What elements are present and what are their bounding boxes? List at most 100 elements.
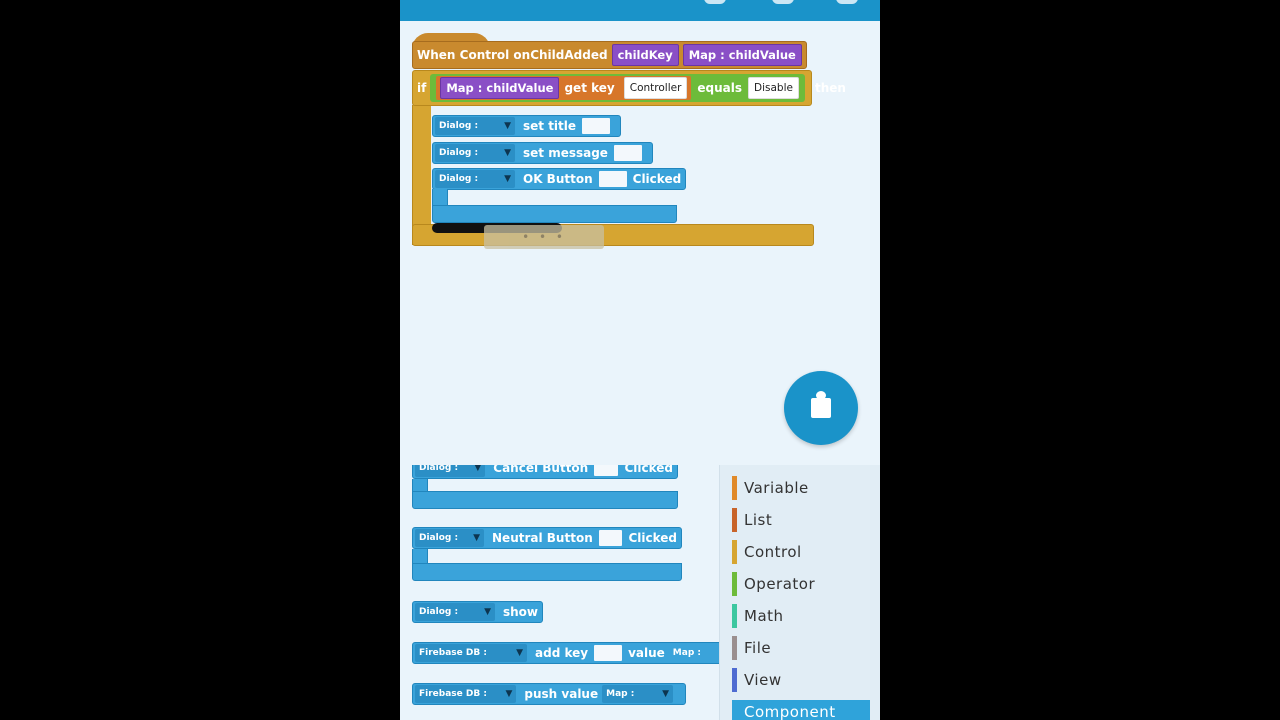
category-label: Control (744, 543, 802, 561)
param-childvalue[interactable]: Map : childValue (682, 44, 802, 66)
chevron-down-icon: ▼ (504, 121, 511, 131)
category-label: Operator (744, 575, 816, 593)
component-dropdown[interactable]: Dialog : ▼ (435, 144, 515, 162)
palette-cancel-button-block[interactable]: Dialog : ▼ Cancel Button Clicked (412, 465, 678, 479)
get-key-label: get key (564, 81, 615, 95)
block-suffix: Clicked (628, 531, 677, 545)
palette-show-block[interactable]: Dialog : ▼ show (412, 601, 544, 623)
chevron-down-icon: ▼ (473, 533, 481, 543)
category-color-bar (732, 668, 737, 692)
dropdown-label: Dialog : (419, 607, 459, 617)
category-operator[interactable]: Operator (732, 572, 815, 596)
app-bar (400, 0, 880, 21)
chevron-down-icon: ▼ (516, 648, 523, 658)
save-icon[interactable] (704, 0, 726, 4)
component-dropdown[interactable]: Dialog : ▼ (435, 170, 515, 188)
block-action: add key (535, 646, 589, 660)
category-label: List (744, 511, 773, 529)
add-block-button[interactable] (784, 371, 858, 445)
block-action: push value (524, 687, 599, 701)
dropdown-label: Dialog : (419, 465, 459, 473)
dropdown-label: Dialog : (419, 533, 459, 543)
equals-label: equals (697, 81, 743, 95)
palette-firebase-add-key-block[interactable]: Firebase DB : ▼ add key value Map : (412, 642, 720, 664)
chevron-down-icon: ▼ (662, 689, 669, 699)
if-label: if (417, 81, 427, 95)
dialog-ok-button-block[interactable]: Dialog : ▼ OK Button Clicked (432, 168, 687, 190)
block-suffix: Clicked (632, 172, 682, 186)
chevron-down-icon: ▼ (474, 465, 482, 473)
category-label: File (744, 639, 772, 657)
dropdown-label: Map : (606, 689, 635, 699)
component-dropdown[interactable]: Dialog : ▼ (415, 529, 485, 547)
category-color-bar (732, 572, 737, 596)
ok-button-input[interactable] (598, 171, 627, 187)
c-block-foot (412, 491, 678, 509)
palette-firebase-push-value-block[interactable]: Firebase DB : ▼ push value Map : ▼ (412, 683, 686, 705)
then-label: then (814, 81, 846, 95)
category-color-bar (732, 636, 737, 660)
map-dropdown[interactable]: Map : ▼ (602, 685, 673, 703)
component-dropdown[interactable]: Firebase DB : ▼ (415, 644, 527, 662)
block-input[interactable] (598, 530, 623, 546)
block-input[interactable] (594, 465, 619, 476)
block-action: OK Button (523, 172, 593, 186)
category-color-bar (732, 700, 737, 720)
block-action: set message (523, 146, 608, 160)
chevron-down-icon: ▼ (504, 174, 511, 184)
dropdown-label: Dialog : (439, 174, 479, 184)
app-screen: When Control onChildAdded childKey Map :… (400, 0, 880, 720)
block-action: Cancel Button (493, 465, 589, 475)
puzzle-icon (811, 391, 831, 418)
message-input[interactable] (613, 145, 642, 161)
key-input[interactable] (594, 645, 623, 661)
category-list-item[interactable]: List (732, 508, 772, 532)
category-list: Variable List Control Operator Math File… (719, 465, 880, 720)
category-label: Component (744, 703, 836, 720)
dropdown-label: Firebase DB : (419, 689, 487, 699)
category-math[interactable]: Math (732, 604, 784, 628)
category-component[interactable]: Component (732, 700, 870, 720)
map-chip[interactable]: Map : childValue (440, 77, 560, 99)
get-key-block[interactable]: Map : childValue get key Controller (436, 76, 692, 100)
dropdown-label: Firebase DB : (419, 648, 487, 658)
category-color-bar (732, 604, 737, 628)
map-param[interactable]: Map : (673, 648, 701, 658)
star-icon[interactable] (836, 0, 858, 4)
component-dropdown[interactable]: Firebase DB : ▼ (415, 685, 517, 703)
block-action: set title (523, 119, 577, 133)
dialog-set-title-block[interactable]: Dialog : ▼ set title (432, 115, 622, 137)
palette-neutral-button-block[interactable]: Dialog : ▼ Neutral Button Clicked (412, 527, 682, 549)
block-action: show (503, 605, 539, 619)
equals-condition[interactable]: Map : childValue get key Controller equa… (430, 74, 805, 102)
category-label: Variable (744, 479, 809, 497)
block-action: Neutral Button (492, 531, 593, 545)
category-color-bar (732, 508, 737, 532)
event-label: When Control onChildAdded (417, 48, 608, 62)
block-palette[interactable]: Dialog : ▼ Cancel Button Clicked Dialog :… (400, 465, 720, 720)
c-block-foot (412, 563, 682, 581)
category-file[interactable]: File (732, 636, 771, 660)
title-input[interactable] (582, 118, 611, 134)
if-block[interactable]: if Map : childValue get key Controller e… (412, 70, 846, 106)
component-dropdown[interactable]: Dialog : ▼ (415, 603, 495, 621)
chevron-down-icon: ▼ (504, 148, 511, 158)
category-color-bar (732, 540, 737, 564)
category-label: View (744, 671, 782, 689)
event-block[interactable]: When Control onChildAdded childKey Map :… (412, 41, 807, 69)
category-color-bar (732, 476, 737, 500)
dialog-set-message-block[interactable]: Dialog : ▼ set message (432, 142, 653, 164)
param-childkey[interactable]: childKey (611, 44, 679, 66)
component-dropdown[interactable]: Dialog : ▼ (415, 465, 486, 477)
key-input[interactable]: Controller (623, 77, 688, 99)
category-variable[interactable]: Variable (732, 476, 809, 500)
category-control[interactable]: Control (732, 540, 802, 564)
equals-input[interactable]: Disable (748, 77, 799, 99)
chevron-down-icon: ▼ (484, 607, 491, 617)
chevron-down-icon: ▼ (505, 689, 513, 699)
drag-ghost[interactable]: • • • (484, 225, 604, 249)
category-view[interactable]: View (732, 668, 782, 692)
component-dropdown[interactable]: Dialog : ▼ (435, 117, 515, 135)
dropdown-label: Dialog : (439, 121, 479, 131)
undo-icon[interactable] (772, 0, 794, 4)
